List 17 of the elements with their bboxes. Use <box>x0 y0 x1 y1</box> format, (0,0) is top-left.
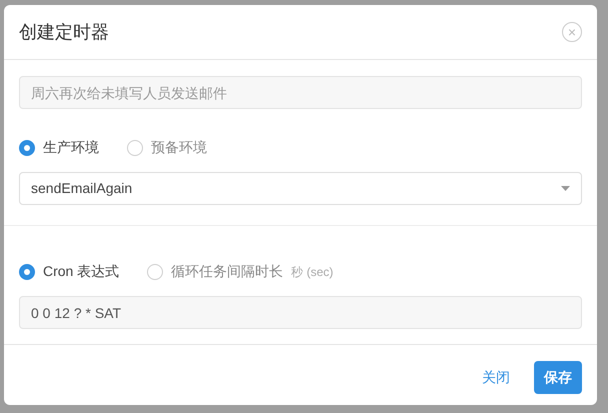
radio-button[interactable] <box>19 140 35 156</box>
radio-button[interactable] <box>127 140 143 156</box>
job-select[interactable]: sendEmailAgain <box>19 172 582 205</box>
cron-field[interactable]: 0 0 12 ? * SAT <box>19 296 582 329</box>
unit-hint: 秒 (sec) <box>291 264 334 280</box>
save-button[interactable]: 保存 <box>534 361 582 394</box>
name-field[interactable]: 周六再次给未填写人员发送邮件 <box>19 76 582 109</box>
close-link[interactable]: 关闭 <box>474 361 518 394</box>
radio-option[interactable]: Cron 表达式 <box>19 261 120 282</box>
radio-option[interactable]: 生产环境 <box>19 137 99 158</box>
dropdown-caret-icon <box>561 186 570 191</box>
radio-option[interactable]: 循环任务间隔时长 秒 (sec) <box>147 261 334 282</box>
close-button[interactable]: × <box>562 22 582 42</box>
radio-option[interactable]: 预备环境 <box>127 137 207 158</box>
radio-button[interactable] <box>19 264 35 280</box>
radio-button[interactable] <box>147 264 164 280</box>
dialog-title: 创建定时器 <box>19 20 109 44</box>
